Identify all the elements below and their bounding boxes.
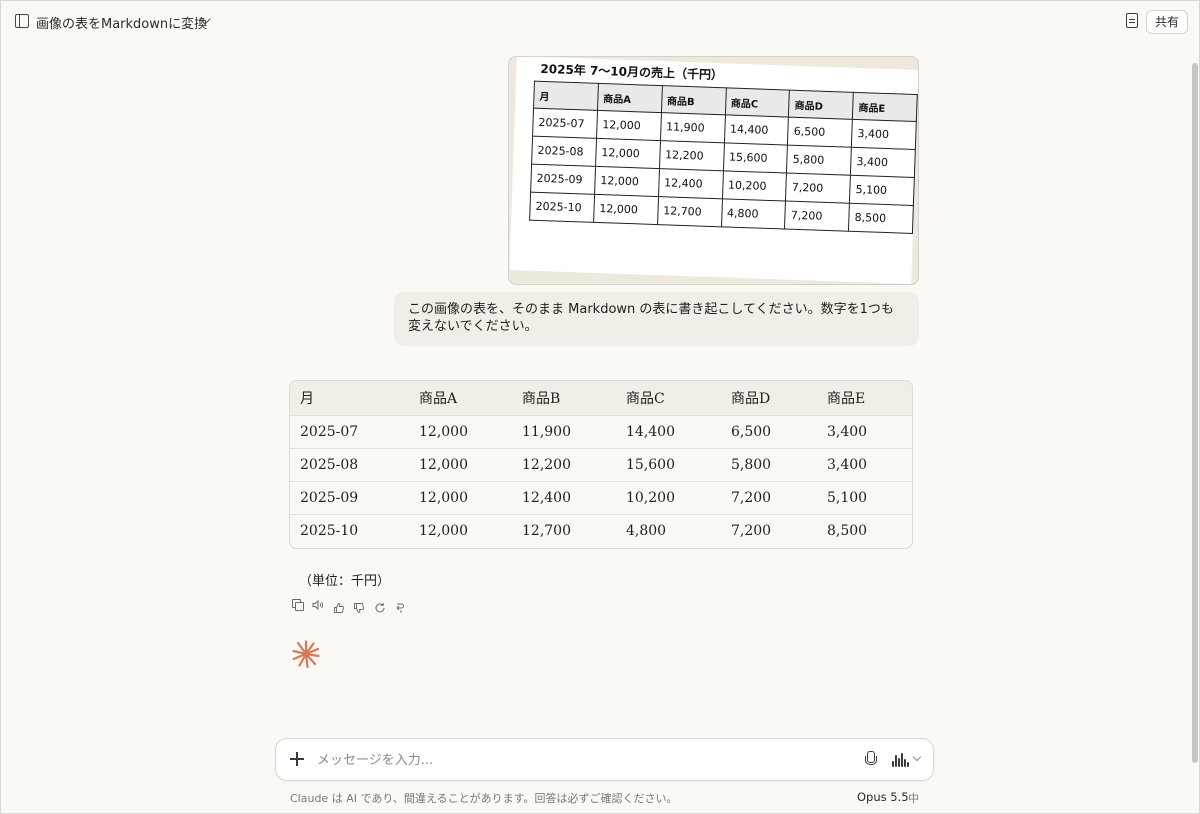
thumbs-up-icon[interactable]	[333, 599, 345, 613]
photo-cell: 12,000	[596, 110, 662, 141]
table-cell: 12,700	[512, 513, 616, 547]
table-cell: 7,200	[721, 513, 817, 547]
table-cell: 3,400	[817, 414, 912, 448]
photo-cell: 8,500	[848, 203, 914, 234]
table-cell: 2025-09	[290, 480, 409, 514]
photo-cell: 10,200	[722, 170, 787, 202]
thumbs-down-icon[interactable]	[353, 599, 365, 613]
share-button[interactable]: 共有	[1145, 10, 1188, 34]
table-cell: 15,600	[616, 447, 721, 481]
table-cell: 2025-10	[290, 513, 409, 547]
table-cell: 12,200	[512, 447, 616, 481]
scrollbar[interactable]	[1192, 63, 1198, 763]
table-row: 2025-08 12,000 12,200 15,600 5,800 3,400	[290, 447, 912, 481]
table-cell: 6,500	[721, 414, 817, 448]
table-cell: 5,100	[817, 480, 912, 514]
markdown-table: 月 商品A 商品B 商品C 商品D 商品E 2025-07 12,000 11,…	[290, 381, 912, 547]
column-header: 商品D	[721, 381, 817, 415]
photo-cell: 14,400	[723, 114, 789, 146]
table-cell: 11,900	[512, 414, 616, 448]
sidebar-toggle-icon[interactable]	[15, 14, 29, 28]
top-bar: 画像の表をMarkdownに変換 共有	[1, 1, 1199, 43]
table-cell: 12,000	[409, 480, 512, 514]
table-header-row: 月 商品A 商品B 商品C 商品D 商品E	[290, 381, 912, 415]
unit-note: （単位：千円）	[299, 574, 391, 589]
photo-cell: 12,400	[658, 168, 723, 199]
photo-cell: 5,800	[786, 145, 852, 176]
table-cell: 14,400	[616, 414, 721, 448]
photo-caption: 2025年 7〜10月の売上（千円）	[540, 61, 724, 83]
photo-cell: 7,200	[784, 201, 850, 232]
photo-table: 月 商品A 商品B 商品C 商品D 商品E 2025-07 12,000 11,…	[529, 81, 918, 234]
message-composer	[275, 738, 934, 781]
table-cell: 12,000	[409, 513, 512, 547]
column-header: 商品E	[817, 381, 912, 415]
table-cell: 12,400	[512, 480, 616, 514]
column-header: 月	[290, 381, 409, 415]
column-header: 商品C	[616, 381, 721, 415]
claude-logo-icon	[291, 639, 321, 669]
chevron-down-icon[interactable]	[912, 752, 922, 762]
photo-cell: 4,800	[721, 198, 786, 230]
conversation-title[interactable]: 画像の表をMarkdownに変換	[36, 13, 207, 32]
column-header: 商品B	[512, 381, 616, 415]
photo-cell: 商品B	[661, 85, 726, 115]
user-message: この画像の表を、そのまま Markdown の表に書き起こしてください。数字を1…	[394, 292, 919, 346]
photo-cell: 月	[533, 81, 599, 111]
table-cell: 7,200	[721, 480, 817, 514]
table-cell: 4,800	[616, 513, 721, 547]
voice-mode-icon[interactable]	[892, 753, 910, 767]
photo-cell: 12,000	[593, 194, 659, 225]
document-icon[interactable]	[1126, 13, 1138, 28]
response-table: 月 商品A 商品B 商品C 商品D 商品E 2025-07 12,000 11,…	[289, 380, 913, 549]
add-attachment-icon[interactable]	[290, 752, 304, 766]
photo-cell: 2025-07	[532, 108, 598, 139]
message-input[interactable]	[317, 748, 837, 772]
table-cell: 3,400	[817, 447, 912, 481]
photo-cell: 11,900	[660, 112, 725, 143]
photo-cell: 15,600	[722, 142, 788, 174]
disclaimer-text: Claude は AI であり、間違えることがあります。回答は必ずご確認ください…	[290, 792, 678, 805]
model-selector[interactable]: Opus 5.5	[857, 790, 909, 804]
photo-cell: 商品A	[597, 83, 663, 113]
photo-cell: 12,700	[657, 196, 723, 227]
branch-icon[interactable]	[394, 599, 406, 613]
photo-cell: 12,000	[595, 138, 661, 169]
table-row: 2025-10 12,000 12,700 4,800 7,200 8,500	[290, 513, 912, 547]
table-cell: 2025-07	[290, 414, 409, 448]
photo-cell: 12,200	[659, 140, 724, 171]
table-row: 2025-07 12,000 11,900 14,400 6,500 3,400	[290, 414, 912, 448]
uploaded-image[interactable]: 2025年 7〜10月の売上（千円） 月 商品A 商品B 商品C 商品D 商品E…	[508, 56, 919, 285]
photo-cell: 商品D	[788, 90, 854, 120]
table-cell: 12,000	[409, 414, 512, 448]
photo-cell: 5,100	[849, 175, 915, 206]
speaker-icon[interactable]	[312, 599, 324, 611]
microphone-icon[interactable]	[864, 751, 877, 769]
photo-cell: 商品C	[724, 87, 790, 118]
table-cell: 10,200	[616, 480, 721, 514]
photo-cell: 7,200	[785, 173, 851, 204]
photo-cell: 2025-09	[530, 164, 596, 195]
table-cell: 12,000	[409, 447, 512, 481]
copy-icon[interactable]	[292, 599, 304, 611]
photo-cell: 2025-08	[531, 136, 597, 167]
table-cell: 5,800	[721, 447, 817, 481]
photo-cell: 12,000	[594, 166, 660, 197]
table-row: 2025-09 12,000 12,400 10,200 7,200 5,100	[290, 480, 912, 514]
retry-icon[interactable]	[374, 599, 386, 613]
photo-cell: 3,400	[851, 119, 917, 150]
photo-cell: 3,400	[850, 147, 916, 178]
photo-cell: 6,500	[787, 117, 853, 148]
photo-cell: 2025-10	[529, 192, 595, 223]
photo-paper: 2025年 7〜10月の売上（千円） 月 商品A 商品B 商品C 商品D 商品E…	[509, 57, 918, 284]
table-cell: 2025-08	[290, 447, 409, 481]
column-header: 商品A	[409, 381, 512, 415]
effort-selector[interactable]: 中	[908, 790, 919, 806]
table-cell: 8,500	[817, 513, 912, 547]
photo-cell: 商品E	[852, 92, 918, 122]
